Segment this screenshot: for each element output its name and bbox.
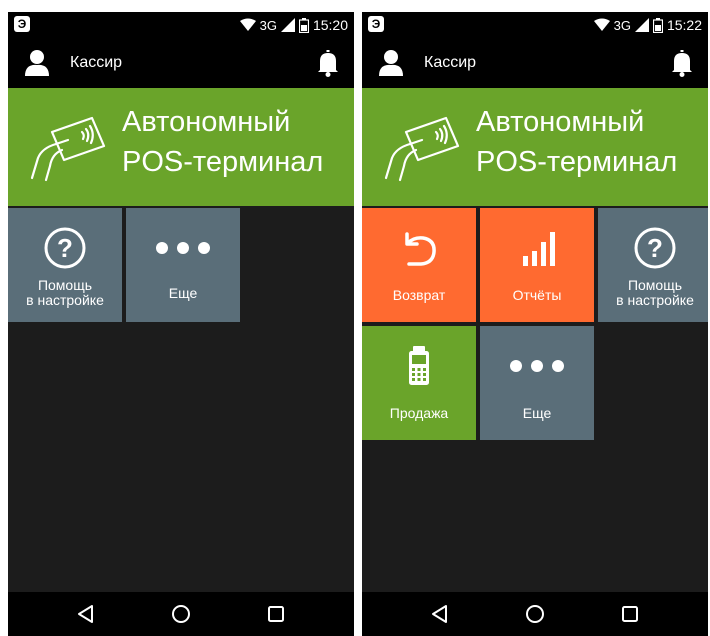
app-header: Кассир: [8, 38, 354, 88]
recents-icon[interactable]: [264, 602, 288, 626]
back-icon[interactable]: [428, 602, 452, 626]
wifi-icon: [239, 18, 256, 31]
tile-label: Помощь: [627, 277, 683, 293]
network-type: 3G: [613, 17, 631, 33]
sale-tile[interactable]: Продажа: [362, 326, 476, 440]
help-setup-tile[interactable]: ? Помощь в настройке: [598, 208, 708, 322]
bell-icon[interactable]: [316, 49, 340, 77]
home-icon[interactable]: [169, 602, 193, 626]
help-setup-tile[interactable]: ? Помощь в настройке: [8, 208, 122, 322]
left-screen: 3G 15:20 Кассир Автономный POS-терминал …: [8, 12, 354, 636]
more-dots-icon: [156, 242, 210, 254]
nav-bar: [8, 592, 354, 636]
tile-label: Продажа: [389, 405, 449, 421]
reports-tile[interactable]: Отчёты: [480, 208, 594, 322]
status-bar: 3G 15:20: [8, 12, 354, 38]
tile-label-2: в настройке: [616, 292, 694, 308]
battery-icon: [298, 17, 309, 33]
banner-title-line2: POS-терминал: [476, 146, 678, 178]
right-screen: 3G 15:22 Кассир Автономный POS-терминал …: [362, 12, 708, 636]
svg-text:?: ?: [57, 233, 73, 263]
battery-icon: [652, 17, 663, 33]
banner-title-line2: POS-терминал: [122, 146, 324, 178]
help-icon: ?: [44, 227, 86, 269]
username-label: Кассир: [424, 54, 477, 71]
tile-label: Возврат: [392, 287, 446, 303]
status-bar: 3G 15:22: [362, 12, 708, 38]
more-tile[interactable]: Еще: [126, 208, 240, 322]
tile-label: Еще: [168, 285, 198, 301]
back-icon[interactable]: [74, 602, 98, 626]
return-tile[interactable]: Возврат: [362, 208, 476, 322]
more-dots-icon: [510, 360, 564, 372]
bar-chart-icon: [523, 232, 555, 266]
banner-title-line1: Автономный: [122, 106, 291, 138]
pos-terminal-icon: [409, 346, 429, 385]
more-tile[interactable]: Еще: [480, 326, 594, 440]
tile-label: Отчёты: [512, 287, 562, 303]
banner: Автономный POS-терминал: [8, 88, 354, 206]
banner: Автономный POS-терминал: [362, 88, 708, 206]
app-notification-icon: [14, 16, 30, 32]
signal-icon: [280, 18, 295, 32]
app-notification-icon: [368, 16, 384, 32]
system-status: 3G 15:20: [239, 12, 348, 38]
bell-icon[interactable]: [670, 49, 694, 77]
clock: 15:20: [312, 17, 348, 33]
recents-icon[interactable]: [618, 602, 642, 626]
system-status: 3G 15:22: [593, 12, 702, 38]
return-arrow-icon: [405, 232, 436, 266]
clock: 15:22: [666, 17, 702, 33]
contactless-card-icon: [30, 116, 106, 182]
tile-label: Помощь: [37, 277, 93, 293]
username-label: Кассир: [70, 54, 123, 71]
contactless-card-icon: [384, 116, 460, 182]
banner-title-line1: Автономный: [476, 106, 645, 138]
home-icon[interactable]: [523, 602, 547, 626]
tile-label: Еще: [522, 405, 552, 421]
user-icon[interactable]: [24, 49, 50, 77]
network-type: 3G: [259, 17, 277, 33]
help-icon: ?: [634, 227, 676, 269]
app-header: Кассир: [362, 38, 708, 88]
svg-text:?: ?: [647, 233, 663, 263]
nav-bar: [362, 592, 708, 636]
user-icon[interactable]: [378, 49, 404, 77]
wifi-icon: [593, 18, 610, 31]
signal-icon: [634, 18, 649, 32]
tile-label-2: в настройке: [26, 292, 104, 308]
